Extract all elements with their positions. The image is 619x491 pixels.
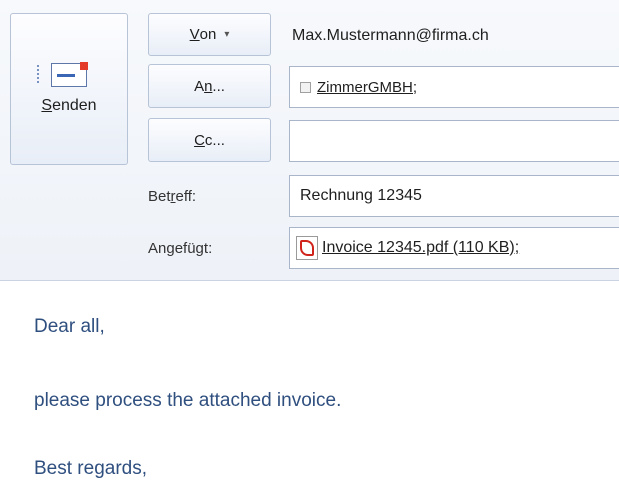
attachment-link[interactable]: Invoice 12345.pdf (110 KB); — [322, 239, 519, 257]
from-button[interactable]: Von ▾ — [148, 13, 271, 56]
recipient-checkbox-icon — [300, 81, 311, 93]
body-line-request: please process the attached invoice. — [34, 390, 342, 411]
from-address: Max.Mustermann@firma.ch — [292, 27, 489, 44]
motion-lines — [37, 65, 49, 83]
to-button[interactable]: An... — [148, 64, 271, 108]
attachment-field: Invoice 12345.pdf (110 KB); — [289, 227, 619, 269]
attachment-label: Angefügt: — [148, 240, 213, 257]
pdf-icon — [296, 236, 318, 260]
chevron-down-icon: ▾ — [224, 29, 230, 40]
cc-field[interactable] — [289, 120, 619, 162]
body-line-closing: Best regards, — [34, 458, 147, 479]
send-envelope-icon — [37, 62, 88, 87]
send-button-label: Senden — [41, 97, 97, 114]
compose-header: Senden Von ▾ Max.Mustermann@firma.ch An..… — [0, 0, 619, 281]
to-field[interactable]: ZimmerGMBH; — [289, 66, 619, 108]
cc-button[interactable]: Cc... — [148, 118, 271, 162]
body-line-greeting: Dear all, — [34, 316, 105, 337]
send-button[interactable]: Senden — [10, 13, 128, 165]
recipient-zimmergmbh[interactable]: ZimmerGMBH; — [317, 79, 417, 96]
subject-field[interactable]: Rechnung 12345 — [289, 175, 619, 217]
subject-label: Betreff: — [148, 188, 197, 205]
